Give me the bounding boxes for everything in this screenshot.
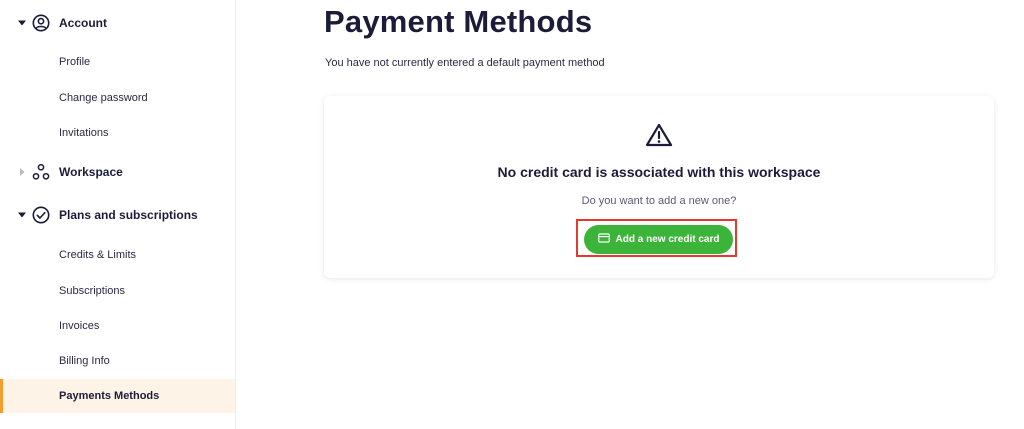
sidebar-item-label: Payments Methods — [59, 390, 160, 402]
sidebar-item-profile[interactable]: Profile — [0, 45, 235, 79]
sidebar-item-invoices[interactable]: Invoices — [0, 309, 235, 343]
empty-state-title: No credit card is associated with this w… — [497, 164, 821, 180]
sidebar: Account Profile Change password Invitati… — [0, 0, 236, 429]
page-subtitle: You have not currently entered a default… — [325, 57, 605, 69]
empty-state-card: No credit card is associated with this w… — [324, 96, 994, 278]
user-circle-icon — [31, 13, 51, 33]
sidebar-item-label: Profile — [59, 56, 91, 68]
add-credit-card-button[interactable]: Add a new credit card — [584, 225, 733, 254]
sidebar-section-workspace[interactable]: Workspace — [0, 159, 235, 185]
page-title: Payment Methods — [324, 4, 593, 39]
check-circle-icon — [31, 205, 51, 225]
sidebar-item-label: Billing Info — [59, 355, 110, 367]
sidebar-item-label: Change password — [59, 92, 148, 104]
warning-icon — [645, 123, 673, 147]
sidebar-section-label: Workspace — [59, 165, 123, 179]
caret-down-icon — [16, 209, 28, 221]
sidebar-item-change-password[interactable]: Change password — [0, 81, 235, 115]
sidebar-item-invitations[interactable]: Invitations — [0, 116, 235, 150]
sidebar-item-subscriptions[interactable]: Subscriptions — [0, 274, 235, 308]
empty-state-subtitle: Do you want to add a new one? — [581, 195, 737, 207]
sidebar-item-label: Invoices — [59, 320, 100, 332]
sidebar-item-label: Credits & Limits — [59, 249, 137, 261]
workspace-nodes-icon — [31, 162, 51, 182]
sidebar-item-payments-methods[interactable]: Payments Methods — [0, 379, 235, 413]
credit-card-icon — [597, 233, 610, 246]
sidebar-section-account[interactable]: Account — [0, 10, 235, 36]
sidebar-item-billing-info[interactable]: Billing Info — [0, 344, 235, 378]
sidebar-item-label: Invitations — [59, 127, 109, 139]
sidebar-section-label: Account — [59, 16, 107, 30]
caret-down-icon — [16, 17, 28, 29]
sidebar-section-plans[interactable]: Plans and subscriptions — [0, 202, 235, 228]
sidebar-item-label: Subscriptions — [59, 285, 126, 297]
sidebar-item-credits-limits[interactable]: Credits & Limits — [0, 238, 235, 272]
sidebar-section-label: Plans and subscriptions — [59, 208, 198, 222]
add-credit-card-label: Add a new credit card — [615, 234, 720, 245]
caret-right-icon — [16, 166, 28, 178]
